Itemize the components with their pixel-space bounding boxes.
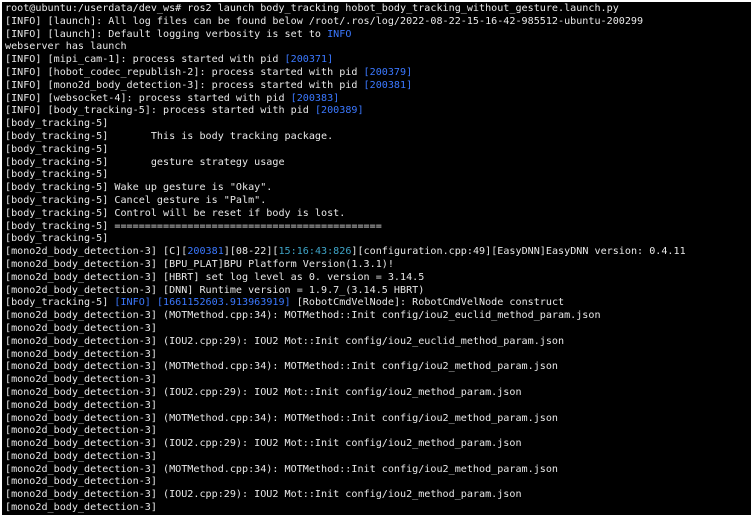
terminal-text-segment: [200389] bbox=[314, 105, 364, 117]
terminal-line: [INFO] [mono2d_body_detection-3]: proces… bbox=[2, 80, 751, 93]
terminal-line: [body_tracking-5] Control will be reset … bbox=[2, 208, 751, 221]
terminal-text-segment: [body_tracking-5] bbox=[5, 297, 115, 309]
terminal-text-segment: [mono2d_body_detection-3] (MOTMethod.cpp… bbox=[5, 463, 559, 475]
terminal-text-segment: [200381] bbox=[363, 79, 413, 91]
terminal-text-segment: [body_tracking-5] bbox=[5, 233, 109, 245]
terminal-text-segment: [RobotCmdVelNode]: RobotCmdVelNode const… bbox=[290, 297, 565, 309]
terminal-line: [body_tracking-5] [INFO] [1661152603.913… bbox=[2, 297, 751, 310]
terminal-text-segment: [mono2d_body_detection-3] [BPU_PLAT]BPU … bbox=[5, 258, 394, 270]
terminal-text-segment: [INFO] [body_tracking-5]: process starte… bbox=[5, 105, 315, 117]
terminal-text-segment: [INFO] [websocket-4]: process started wi… bbox=[5, 92, 291, 104]
terminal-text-segment: [INFO] [launch]: Default logging verbosi… bbox=[5, 28, 328, 40]
terminal-text-segment: INFO bbox=[327, 28, 352, 40]
terminal-line: [mono2d_body_detection-3] (IOU2.cpp:29):… bbox=[2, 489, 751, 502]
terminal-text-segment: [mono2d_body_detection-3] bbox=[5, 476, 157, 488]
terminal-text-segment: [body_tracking-5] Control will be reset … bbox=[5, 207, 346, 219]
terminal-text-segment: webserver has launch bbox=[5, 41, 127, 53]
terminal-text-segment: [INFO] [launch]: All log files can be fo… bbox=[5, 15, 644, 27]
terminal-text-segment: [body_tracking-5] Wake up gesture is "Ok… bbox=[5, 182, 273, 194]
terminal-text-segment: [mono2d_body_detection-3] bbox=[5, 502, 157, 514]
terminal-text-segment: [mono2d_body_detection-3] bbox=[5, 374, 157, 386]
terminal-text-segment: [INFO] [mono2d_body_detection-3]: proces… bbox=[5, 79, 364, 91]
terminal-text-segment: [mono2d_body_detection-3] (IOU2.cpp:29):… bbox=[5, 438, 522, 450]
terminal-text-segment: [body_tracking-5] bbox=[5, 143, 109, 155]
terminal-line: [mono2d_body_detection-3] (MOTMethod.cpp… bbox=[2, 464, 751, 477]
terminal-line: [mono2d_body_detection-3] (MOTMethod.cpp… bbox=[2, 413, 751, 426]
terminal-line: [body_tracking-5] bbox=[2, 118, 751, 131]
terminal-text-segment: [mono2d_body_detection-3] [DNN] Runtime … bbox=[5, 284, 425, 296]
terminal-text-segment: [body_tracking-5] gesture strategy usage bbox=[5, 156, 285, 168]
terminal-text-segment: [body_tracking-5] This is body tracking … bbox=[5, 130, 334, 142]
terminal-text-segment: [mono2d_body_detection-3] bbox=[5, 348, 157, 360]
terminal-text-segment: [mono2d_body_detection-3] (MOTMethod.cpp… bbox=[5, 361, 559, 373]
terminal-text-segment: [mono2d_body_detection-3] (IOU2.cpp:29):… bbox=[5, 489, 522, 501]
terminal-output[interactable]: root@ubuntu:/userdata/dev_ws# ros2 launc… bbox=[2, 2, 751, 515]
terminal-text-segment: [mono2d_body_detection-3] bbox=[5, 425, 157, 437]
terminal-line: [mono2d_body_detection-3] bbox=[2, 349, 751, 362]
terminal-text-segment: 15:16:43:826 bbox=[278, 246, 352, 258]
terminal-line: [mono2d_body_detection-3] (IOU2.cpp:29):… bbox=[2, 387, 751, 400]
terminal-line: [mono2d_body_detection-3] (MOTMethod.cpp… bbox=[2, 310, 751, 323]
terminal-line: [mono2d_body_detection-3] bbox=[2, 451, 751, 464]
terminal-text-segment: [body_tracking-5] Cancel gesture is "Pal… bbox=[5, 194, 267, 206]
terminal-text-segment: [200383] bbox=[290, 92, 340, 104]
terminal-line: [mono2d_body_detection-3] bbox=[2, 502, 751, 515]
terminal-line: [body_tracking-5] bbox=[2, 233, 751, 246]
terminal-text-segment: [body_tracking-5] ======================… bbox=[5, 220, 382, 232]
terminal-text-segment: [mono2d_body_detection-3] bbox=[5, 399, 157, 411]
terminal-text-segment: [mono2d_body_detection-3] [HBRT] set log… bbox=[5, 271, 425, 283]
terminal-line: [mono2d_body_detection-3] [BPU_PLAT]BPU … bbox=[2, 259, 751, 272]
terminal-line: [mono2d_body_detection-3] [DNN] Runtime … bbox=[2, 285, 751, 298]
terminal-text-segment: [mono2d_body_detection-3] [C][ bbox=[5, 246, 188, 258]
terminal-text-segment: ][08-22][ bbox=[223, 246, 279, 258]
terminal-line: [body_tracking-5] bbox=[2, 169, 751, 182]
terminal-line: [body_tracking-5] bbox=[2, 144, 751, 157]
terminal-line: webserver has launch bbox=[2, 41, 751, 54]
terminal-text-segment: ][configuration.cpp:49][EasyDNN]EasyDNN … bbox=[351, 246, 686, 258]
terminal-line: [INFO] [launch]: All log files can be fo… bbox=[2, 16, 751, 29]
terminal-line: [mono2d_body_detection-3] (IOU2.cpp:29):… bbox=[2, 336, 751, 349]
terminal-line: [body_tracking-5] gesture strategy usage bbox=[2, 157, 751, 170]
terminal-text-segment: 200381 bbox=[187, 246, 224, 258]
terminal-text-segment: [mono2d_body_detection-3] bbox=[5, 450, 157, 462]
terminal-text-segment: [mono2d_body_detection-3] (MOTMethod.cpp… bbox=[5, 412, 559, 424]
terminal-line: [mono2d_body_detection-3] bbox=[2, 476, 751, 489]
terminal-text-segment: [INFO] bbox=[114, 297, 151, 309]
terminal-line: [body_tracking-5] ======================… bbox=[2, 221, 751, 234]
terminal-line: root@ubuntu:/userdata/dev_ws# ros2 launc… bbox=[2, 3, 751, 16]
terminal-line: [mono2d_body_detection-3] [C][200381][08… bbox=[2, 246, 751, 259]
terminal-line: [mono2d_body_detection-3] [HBRT] set log… bbox=[2, 272, 751, 285]
terminal-text-segment: [1661152603.913963919] bbox=[156, 297, 291, 309]
terminal-text-segment: [mono2d_body_detection-3] (IOU2.cpp:29):… bbox=[5, 335, 565, 347]
terminal-text-segment: [200371] bbox=[284, 54, 334, 66]
terminal-line: [body_tracking-5] Cancel gesture is "Pal… bbox=[2, 195, 751, 208]
terminal-text-segment: [mono2d_body_detection-3] (MOTMethod.cpp… bbox=[5, 310, 601, 322]
terminal-line: [mono2d_body_detection-3] (IOU2.cpp:29):… bbox=[2, 438, 751, 451]
terminal-line: [INFO] [body_tracking-5]: process starte… bbox=[2, 105, 751, 118]
terminal-line: [INFO] [websocket-4]: process started wi… bbox=[2, 93, 751, 106]
terminal-text-segment: root@ubuntu:/userdata/dev_ws# ros2 launc… bbox=[5, 3, 619, 14]
terminal-text-segment: [mono2d_body_detection-3] bbox=[5, 322, 157, 334]
terminal-text-segment: [200379] bbox=[363, 66, 413, 78]
terminal-line: [mono2d_body_detection-3] bbox=[2, 425, 751, 438]
terminal-text-segment: [body_tracking-5] bbox=[5, 169, 109, 181]
terminal-line: [INFO] [mipi_cam-1]: process started wit… bbox=[2, 54, 751, 67]
terminal-text-segment: [body_tracking-5] bbox=[5, 118, 109, 130]
screenshot-page: root@ubuntu:/userdata/dev_ws# ros2 launc… bbox=[0, 0, 754, 522]
terminal-text-segment: [INFO] [hobot_codec_republish-2]: proces… bbox=[5, 66, 364, 78]
terminal-line: [mono2d_body_detection-3] bbox=[2, 400, 751, 413]
terminal-line: [mono2d_body_detection-3] (MOTMethod.cpp… bbox=[2, 361, 751, 374]
terminal-line: [mono2d_body_detection-3] bbox=[2, 323, 751, 336]
terminal-line: [INFO] [hobot_codec_republish-2]: proces… bbox=[2, 67, 751, 80]
terminal-text-segment: [mono2d_body_detection-3] (IOU2.cpp:29):… bbox=[5, 386, 522, 398]
terminal-line: [INFO] [launch]: Default logging verbosi… bbox=[2, 29, 751, 42]
terminal-line: [body_tracking-5] Wake up gesture is "Ok… bbox=[2, 182, 751, 195]
terminal-line: [body_tracking-5] This is body tracking … bbox=[2, 131, 751, 144]
terminal-text-segment: [INFO] [mipi_cam-1]: process started wit… bbox=[5, 54, 285, 66]
terminal-line: [mono2d_body_detection-3] bbox=[2, 374, 751, 387]
